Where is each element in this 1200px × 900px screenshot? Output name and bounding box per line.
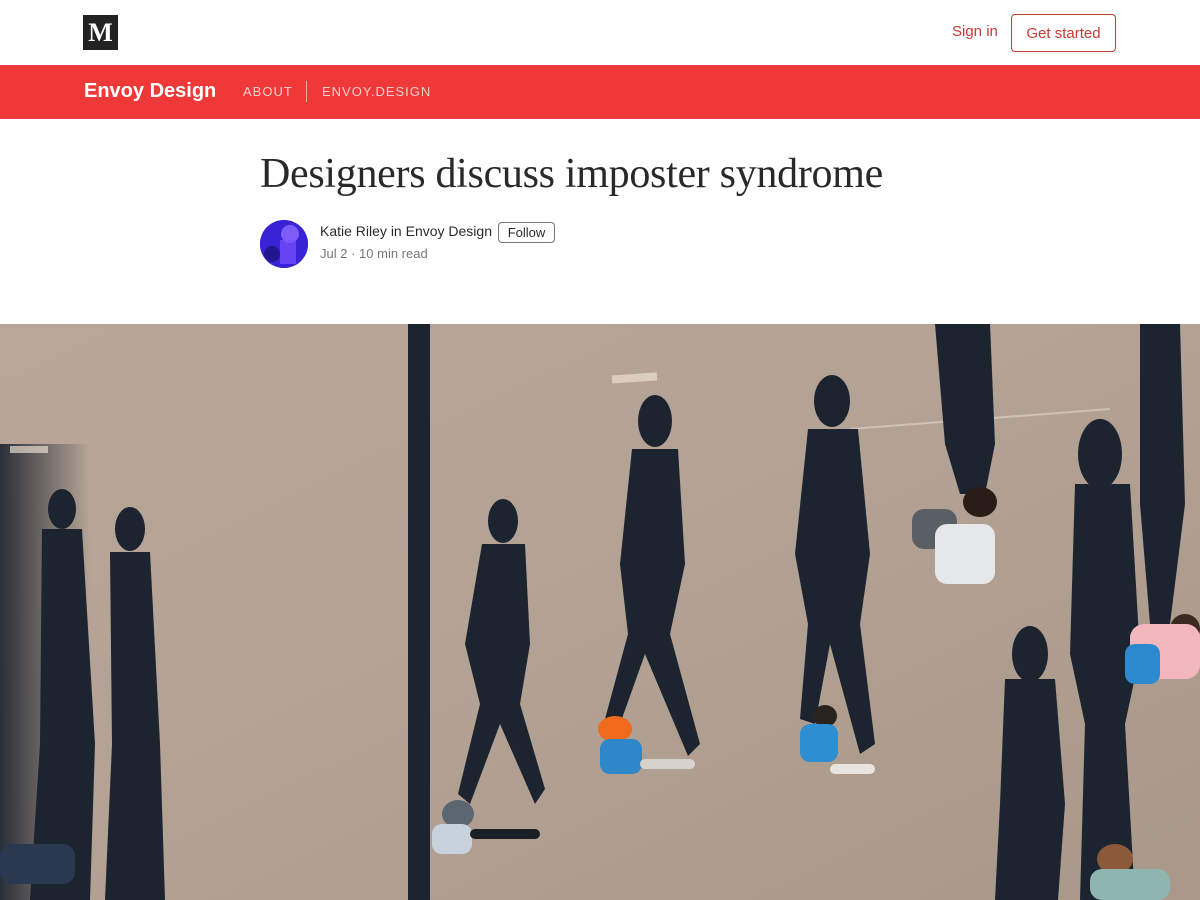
author-name-link[interactable]: Katie Riley xyxy=(320,223,387,239)
read-time: 10 min read xyxy=(359,246,428,261)
author-byline: Katie Riley in Envoy Design xyxy=(320,223,492,239)
nav-envoy-design-link[interactable]: ENVOY.DESIGN xyxy=(322,84,431,99)
publish-date: Jul 2 xyxy=(320,246,348,261)
meta-separator: · xyxy=(351,246,360,261)
follow-button[interactable]: Follow xyxy=(498,222,555,243)
avatar-photo xyxy=(260,220,308,268)
top-bar: M Sign in Get started xyxy=(0,0,1200,65)
nav-divider xyxy=(306,81,307,102)
byline-publication-link[interactable]: Envoy Design xyxy=(406,223,492,239)
nav-about-link[interactable]: ABOUT xyxy=(243,84,293,99)
publication-name-link[interactable]: Envoy Design xyxy=(84,80,216,103)
sign-in-link[interactable]: Sign in xyxy=(952,23,998,40)
medium-logo-icon[interactable]: M xyxy=(83,15,118,50)
byline-in-text: in xyxy=(390,223,402,239)
hero-photo-people-shadows xyxy=(0,324,1200,900)
author-avatar[interactable] xyxy=(260,220,308,268)
article-meta: Jul 2 · 10 min read xyxy=(320,246,428,261)
article-title: Designers discuss imposter syndrome xyxy=(260,151,883,197)
get-started-button[interactable]: Get started xyxy=(1011,14,1116,52)
publication-bar: Envoy Design ABOUT ENVOY.DESIGN xyxy=(0,65,1200,119)
hero-image xyxy=(0,324,1200,900)
